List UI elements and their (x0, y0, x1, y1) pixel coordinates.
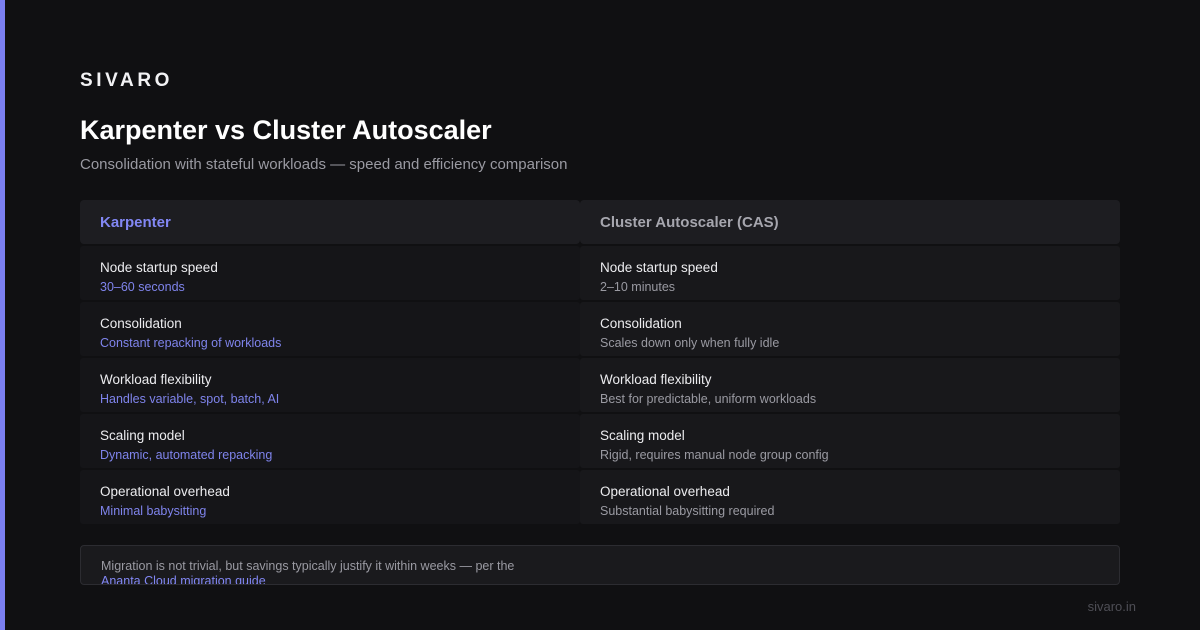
row-value: 30–60 seconds (100, 280, 185, 294)
karpenter-row-overhead: Operational overhead Minimal babysitting (80, 470, 580, 524)
cas-row-consolidation: Consolidation Scales down only when full… (580, 302, 1120, 356)
page-subtitle: Consolidation with stateful workloads — … (80, 156, 568, 173)
row-label: Scaling model (100, 428, 185, 443)
row-value: Substantial babysitting required (600, 504, 775, 518)
row-label: Node startup speed (600, 260, 718, 275)
migration-guide-link[interactable]: Ananta Cloud migration guide (101, 574, 1099, 584)
row-label: Operational overhead (100, 484, 230, 499)
cas-column: Cluster Autoscaler (CAS) Node startup sp… (580, 200, 1120, 524)
migration-note: Migration is not trivial, but savings ty… (80, 545, 1120, 585)
row-label: Workload flexibility (100, 372, 212, 387)
row-label: Operational overhead (600, 484, 730, 499)
row-label: Consolidation (100, 316, 182, 331)
karpenter-header: Karpenter (80, 200, 580, 244)
row-value: Constant repacking of workloads (100, 336, 282, 350)
row-label: Consolidation (600, 316, 682, 331)
row-label: Scaling model (600, 428, 685, 443)
row-label: Workload flexibility (600, 372, 712, 387)
cas-row-overhead: Operational overhead Substantial babysit… (580, 470, 1120, 524)
row-value: 2–10 minutes (600, 280, 676, 294)
cas-header: Cluster Autoscaler (CAS) (580, 200, 1120, 244)
cas-row-scaling: Scaling model Rigid, requires manual nod… (580, 414, 1120, 468)
brand-logo: SIVARO (80, 70, 174, 91)
row-value: Rigid, requires manual node group config (600, 448, 829, 462)
accent-bar (0, 0, 5, 630)
site-domain: sivaro.in (1087, 599, 1136, 614)
row-label: Node startup speed (100, 260, 218, 275)
karpenter-row-consolidation: Consolidation Constant repacking of work… (80, 302, 580, 356)
karpenter-row-startup: Node startup speed 30–60 seconds (80, 246, 580, 300)
row-value: Dynamic, automated repacking (100, 448, 273, 462)
page-title: Karpenter vs Cluster Autoscaler (80, 115, 492, 145)
cas-row-startup: Node startup speed 2–10 minutes (580, 246, 1120, 300)
karpenter-row-flexibility: Workload flexibility Handles variable, s… (80, 358, 580, 412)
page: SIVARO Karpenter vs Cluster Autoscaler C… (0, 0, 1200, 630)
row-value: Minimal babysitting (100, 504, 207, 518)
karpenter-column: Karpenter Node startup speed 30–60 secon… (80, 200, 580, 524)
karpenter-row-scaling: Scaling model Dynamic, automated repacki… (80, 414, 580, 468)
migration-note-text: Migration is not trivial, but savings ty… (101, 559, 515, 573)
cas-row-flexibility: Workload flexibility Best for predictabl… (580, 358, 1120, 412)
row-value: Scales down only when fully idle (600, 336, 780, 350)
row-value: Handles variable, spot, batch, AI (100, 392, 280, 406)
row-value: Best for predictable, uniform workloads (600, 392, 817, 406)
